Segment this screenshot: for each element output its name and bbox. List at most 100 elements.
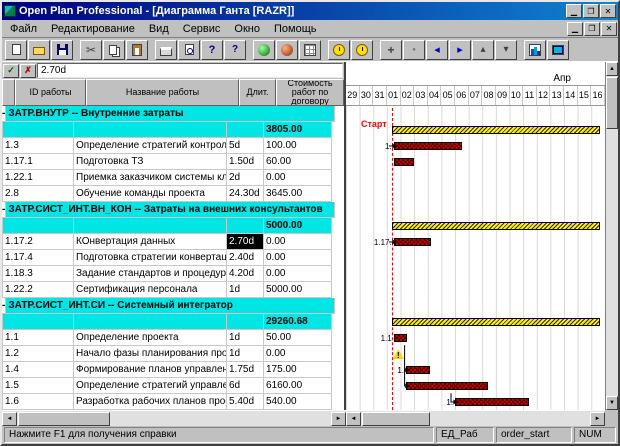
cell-cost[interactable]: 540.00 (264, 394, 332, 410)
cell-name[interactable]: Подготовка ТЗ (74, 154, 227, 170)
table-row[interactable]: 1.4Формирование планов управления1.75d17… (2, 362, 344, 378)
cell-name[interactable]: Формирование планов управления (74, 362, 227, 378)
cell-dur[interactable] (227, 314, 264, 330)
table-row[interactable]: 5000.00 (2, 218, 344, 234)
menu-item-Помощь[interactable]: Помощь (267, 22, 324, 36)
print-button[interactable] (155, 40, 177, 60)
vertical-scrollbar[interactable]: ▲ ▼ (605, 62, 618, 410)
menu-item-Редактирование[interactable]: Редактирование (44, 22, 142, 36)
gantt-scroll-right-button[interactable]: ► (590, 412, 605, 426)
table-row[interactable]: 2.8Обучение команды проекта24.30d3645.00 (2, 186, 344, 202)
cell-name[interactable]: Определение стратегий управления и (74, 378, 227, 394)
move-up-button[interactable]: ▴ (472, 40, 494, 60)
cell-dur[interactable]: 1.75d (227, 362, 264, 378)
cell-name[interactable]: Подготовка стратегии конвертации (74, 250, 227, 266)
cell-id[interactable] (3, 218, 74, 234)
paste-button[interactable] (126, 40, 148, 60)
time-now-button[interactable] (253, 40, 275, 60)
table-horizontal-scrollbar[interactable]: ◄ ► (2, 410, 346, 426)
table-row[interactable]: 1.3Определение стратегий контроля и отч5… (2, 138, 344, 154)
cell-id[interactable]: 1.22.2 (3, 282, 74, 298)
table-row[interactable]: 1.22.1Приемка заказчиком системы клиент2… (2, 170, 344, 186)
mdi-close-button[interactable]: ✕ (601, 22, 617, 36)
gantt-bar-task[interactable] (394, 334, 408, 342)
table-scroll-left-button[interactable]: ◄ (2, 412, 17, 426)
context-help-button[interactable]: ? (224, 40, 246, 60)
cell-name[interactable]: Определение проекта (74, 330, 227, 346)
calculator-button[interactable] (299, 40, 321, 60)
cell-dur[interactable]: 2.40d (227, 250, 264, 266)
table-row[interactable]: -ЗАТР.СИСТ_ИНТ.ВН_КОН -- Затраты на внеш… (2, 202, 344, 218)
cell-name[interactable] (74, 122, 227, 138)
table-row[interactable]: 1.17.1Подготовка ТЗ1.50d60.00 (2, 154, 344, 170)
cell-id[interactable]: 1.17.1 (3, 154, 74, 170)
table-row[interactable]: 1.18.3Задание стандартов и процедур по д… (2, 266, 344, 282)
outdent-button[interactable]: ◂ (426, 40, 448, 60)
table-scroll-right-button[interactable]: ► (331, 412, 346, 426)
menu-item-Вид[interactable]: Вид (142, 22, 176, 36)
cell-id[interactable] (3, 122, 74, 138)
table-scroll-thumb[interactable] (18, 412, 110, 426)
accept-edit-button[interactable]: ✓ (3, 64, 19, 78)
early-dates-button[interactable] (328, 40, 350, 60)
title-bar[interactable]: Open Plan Professional - [Диаграмма Гант… (2, 2, 618, 20)
cell-cost[interactable]: 29260.68 (264, 314, 332, 330)
gantt-bar-summary[interactable] (392, 222, 599, 230)
cell-dur[interactable]: 2d (227, 170, 264, 186)
table-row[interactable]: 1.1Определение проекта1d50.00 (2, 330, 344, 346)
cell-cost[interactable]: 0.00 (264, 346, 332, 362)
table-row[interactable]: -ЗАТР.СИСТ_ИНТ.СИ -- Системный интеграто… (2, 298, 344, 314)
menu-item-Сервис[interactable]: Сервис (176, 22, 228, 36)
cell-id[interactable]: 1.5 (3, 378, 74, 394)
cell-cost[interactable]: 60.00 (264, 154, 332, 170)
table-row[interactable]: 1.17.4Подготовка стратегии конвертации2.… (2, 250, 344, 266)
table-row[interactable]: 1.17.2КОнвертация данных2.70d0.00 (2, 234, 344, 250)
cell-dur[interactable]: 5.40d (227, 394, 264, 410)
gantt-bar-task[interactable] (394, 238, 431, 246)
cell-name[interactable] (74, 314, 227, 330)
cell-cost[interactable]: 50.00 (264, 330, 332, 346)
cell-id[interactable]: 2.8 (3, 186, 74, 202)
vertical-scroll-thumb[interactable] (606, 77, 618, 129)
cell-cost[interactable]: 175.00 (264, 362, 332, 378)
barchart-view-button[interactable] (524, 40, 546, 60)
progress-button[interactable] (276, 40, 298, 60)
cell-id[interactable]: 1.6 (3, 394, 74, 410)
cancel-edit-button[interactable]: ✗ (20, 64, 36, 78)
cell-name[interactable]: Начало фазы планирования проекта (74, 346, 227, 362)
gantt-bar-task[interactable] (455, 398, 529, 406)
close-button[interactable]: ✕ (600, 4, 616, 18)
gantt-bar-summary[interactable] (392, 126, 599, 134)
cell-cost[interactable]: 0.00 (264, 234, 332, 250)
table-row[interactable]: -ЗАТР.ВНУТР -- Внутренние затраты (2, 106, 344, 122)
cell-id[interactable]: 1.3 (3, 138, 74, 154)
cell-id[interactable]: 1.4 (3, 362, 74, 378)
network-view-button[interactable] (547, 40, 569, 60)
scroll-down-button[interactable]: ▼ (606, 396, 618, 410)
mdi-minimize-button[interactable]: ▁ (567, 22, 583, 36)
gantt-scroll-thumb[interactable] (362, 412, 430, 426)
cell-dur[interactable]: 1d (227, 330, 264, 346)
cell-cost[interactable]: 3645.00 (264, 186, 332, 202)
cell-dur[interactable]: 6d (227, 378, 264, 394)
copy-button[interactable] (103, 40, 125, 60)
table-row[interactable]: 1.5Определение стратегий управления и6d6… (2, 378, 344, 394)
help-button[interactable]: ? (201, 40, 223, 60)
cell-dur[interactable]: 1.50d (227, 154, 264, 170)
open-project-button[interactable] (28, 40, 50, 60)
minimize-button[interactable]: ▁ (566, 4, 582, 18)
gantt-bar-task[interactable] (394, 142, 462, 150)
gantt-scroll-left-button[interactable]: ◄ (346, 412, 361, 426)
cell-id[interactable]: 1.1 (3, 330, 74, 346)
cell-name[interactable]: Разработка рабочих планов проекта (74, 394, 227, 410)
menu-item-Файл[interactable]: Файл (3, 22, 44, 36)
gantt-bar-task[interactable] (394, 158, 414, 166)
new-document-button[interactable] (5, 40, 27, 60)
cell-name[interactable] (74, 218, 227, 234)
cell-id[interactable]: 1.18.3 (3, 266, 74, 282)
cell-cost[interactable]: 100.00 (264, 138, 332, 154)
cell-cost[interactable]: 0.00 (264, 266, 332, 282)
edit-value-field[interactable]: 2.70d (37, 63, 343, 78)
cell-cost[interactable]: 6160.00 (264, 378, 332, 394)
cell-cost[interactable]: 0.00 (264, 250, 332, 266)
